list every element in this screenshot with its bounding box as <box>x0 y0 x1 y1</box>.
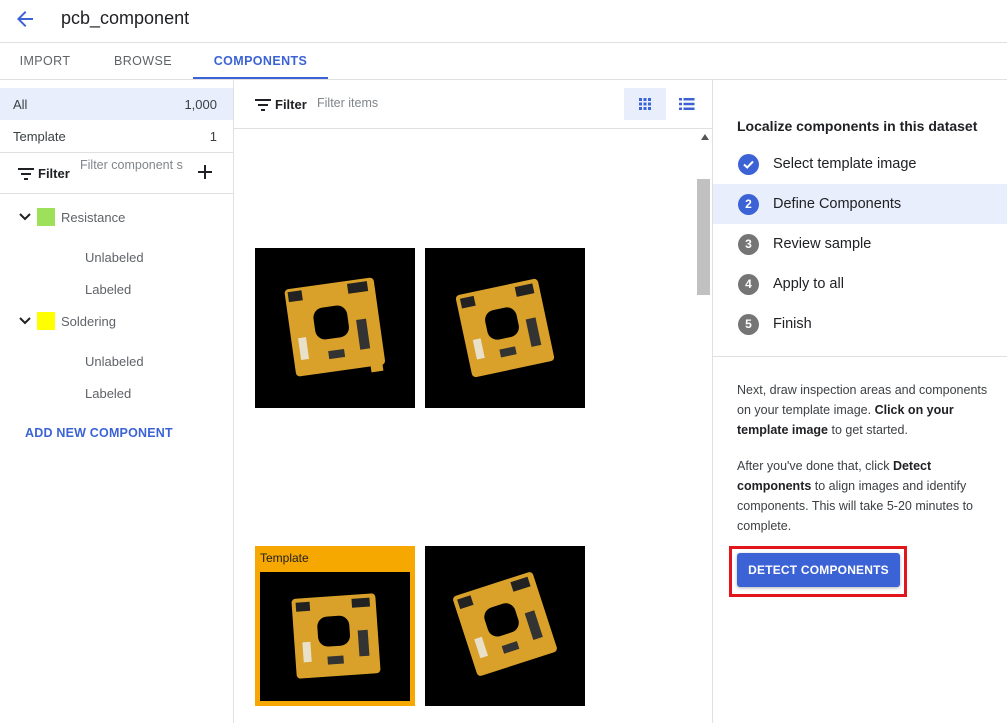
component-sidebar: All 1,000 Template 1 Filter Filter compo… <box>0 80 234 723</box>
template-tag: Template <box>260 551 309 565</box>
step-number-badge: 3 <box>738 233 759 255</box>
set-template[interactable]: Template 1 <box>0 120 233 152</box>
pcb-image <box>284 277 386 377</box>
step-finish: 5 Finish <box>713 304 1007 344</box>
step-define-components: 2 Define Components <box>713 184 1007 224</box>
step-apply-to-all: 4 Apply to all <box>713 264 1007 304</box>
tab-import[interactable]: IMPORT <box>0 43 90 79</box>
tab-browse[interactable]: BROWSE <box>97 43 189 79</box>
tab-components[interactable]: COMPONENTS <box>193 43 328 79</box>
instructions-detect: After you've done that, click Detect com… <box>737 459 973 533</box>
template-thumbnail[interactable]: Template <box>255 546 415 706</box>
step-label: Review sample <box>773 236 872 252</box>
pcb-image <box>453 572 557 676</box>
pcb-image <box>455 278 555 378</box>
arrow-left-icon[interactable] <box>13 7 37 31</box>
add-new-component-button[interactable]: ADD NEW COMPONENT <box>25 426 173 440</box>
pcb-image <box>291 593 381 679</box>
component-resistance[interactable]: Resistance <box>0 203 233 231</box>
divider <box>713 356 1007 357</box>
step-review-sample: 3 Review sample <box>713 224 1007 264</box>
grid-view-icon <box>639 98 651 110</box>
component-filter-bar: Filter Filter component s <box>0 152 233 194</box>
step-select-template: Select template image <box>713 144 1007 184</box>
set-count: 1,000 <box>184 96 217 112</box>
gallery-toolbar: Filter Filter items <box>234 80 712 129</box>
step-label: Select template image <box>773 156 917 172</box>
image-thumbnail[interactable] <box>255 248 415 408</box>
set-label: All <box>13 96 28 112</box>
component-soldering[interactable]: Soldering <box>0 307 233 335</box>
component-filter-input[interactable]: Filter component s <box>80 157 184 173</box>
scroll-up-arrow-icon[interactable] <box>701 134 709 140</box>
check-icon <box>738 153 759 175</box>
filter-icon <box>18 168 34 180</box>
filter-label: Filter <box>275 97 307 112</box>
list-view-button[interactable] <box>666 88 708 120</box>
soldering-unlabeled[interactable]: Unlabeled <box>85 354 144 369</box>
gallery-filter-input[interactable]: Filter items <box>317 96 378 110</box>
filter-label: Filter <box>38 166 70 181</box>
detect-components-button[interactable]: DETECT COMPONENTS <box>737 553 900 587</box>
add-icon[interactable] <box>197 164 213 180</box>
tab-bar: IMPORT BROWSE COMPONENTS <box>0 43 1007 80</box>
set-count: 1 <box>209 128 217 144</box>
step-label: Finish <box>773 316 812 332</box>
wizard-panel: Localize components in this dataset Sele… <box>713 80 1007 723</box>
step-label: Apply to all <box>773 276 844 292</box>
chevron-down-icon[interactable] <box>18 210 32 224</box>
image-thumbnail[interactable] <box>425 248 585 408</box>
step-number-badge: 5 <box>738 313 759 335</box>
component-color-swatch <box>37 312 55 330</box>
scrollbar-thumb[interactable] <box>697 179 710 295</box>
soldering-labeled[interactable]: Labeled <box>85 386 131 401</box>
resistance-labeled[interactable]: Labeled <box>85 282 131 297</box>
component-name: Resistance <box>61 209 126 225</box>
list-view-icon <box>679 98 695 110</box>
gallery-scrollbar[interactable] <box>697 128 712 723</box>
wizard-heading: Localize components in this dataset <box>737 118 978 134</box>
step-number-badge: 2 <box>738 193 759 215</box>
component-name: Soldering <box>61 313 116 329</box>
step-number-badge: 4 <box>738 273 759 295</box>
instructions-draw: Next, draw inspection areas and componen… <box>737 383 988 437</box>
chevron-down-icon[interactable] <box>18 314 32 328</box>
page-title: pcb_component <box>61 8 190 28</box>
grid-view-button[interactable] <box>624 88 666 120</box>
step-label: Define Components <box>773 196 902 212</box>
set-label: Template <box>13 128 66 144</box>
image-gallery: Filter Filter items Template <box>234 80 713 723</box>
component-color-swatch <box>37 208 55 226</box>
resistance-unlabeled[interactable]: Unlabeled <box>85 250 144 265</box>
app-header: pcb_component <box>0 0 1007 43</box>
active-tab-indicator <box>193 77 328 79</box>
filter-icon <box>255 99 271 111</box>
set-all[interactable]: All 1,000 <box>0 88 233 120</box>
image-thumbnail[interactable] <box>425 546 585 706</box>
